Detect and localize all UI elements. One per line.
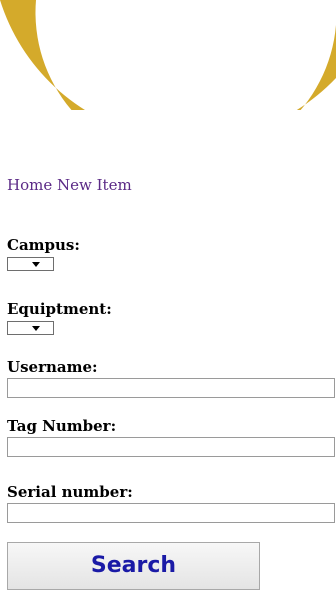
nav-link-new-item[interactable]: New Item [57,176,132,194]
equipment-select[interactable] [7,321,54,335]
equipment-group: Equiptment: [7,300,112,335]
campus-label: Campus: [7,236,80,254]
logo-graphic [0,0,336,110]
main-nav: Home New Item [7,176,132,194]
equipment-label: Equiptment: [7,300,112,318]
campus-select[interactable] [7,257,54,271]
tag-number-group: Tag Number: [7,417,335,457]
serial-number-label: Serial number: [7,483,133,501]
username-label: Username: [7,358,98,376]
campus-group: Campus: [7,236,80,271]
tag-number-label: Tag Number: [7,417,117,435]
tag-number-input[interactable] [7,437,335,457]
serial-number-group: Serial number: [7,483,335,523]
username-input[interactable] [7,378,335,398]
logo-arc [0,0,336,110]
chevron-down-icon [32,326,40,331]
nav-link-home[interactable]: Home [7,176,52,194]
serial-number-input[interactable] [7,503,335,523]
chevron-down-icon [32,262,40,267]
search-button[interactable]: Search [7,542,260,590]
username-group: Username: [7,358,335,398]
